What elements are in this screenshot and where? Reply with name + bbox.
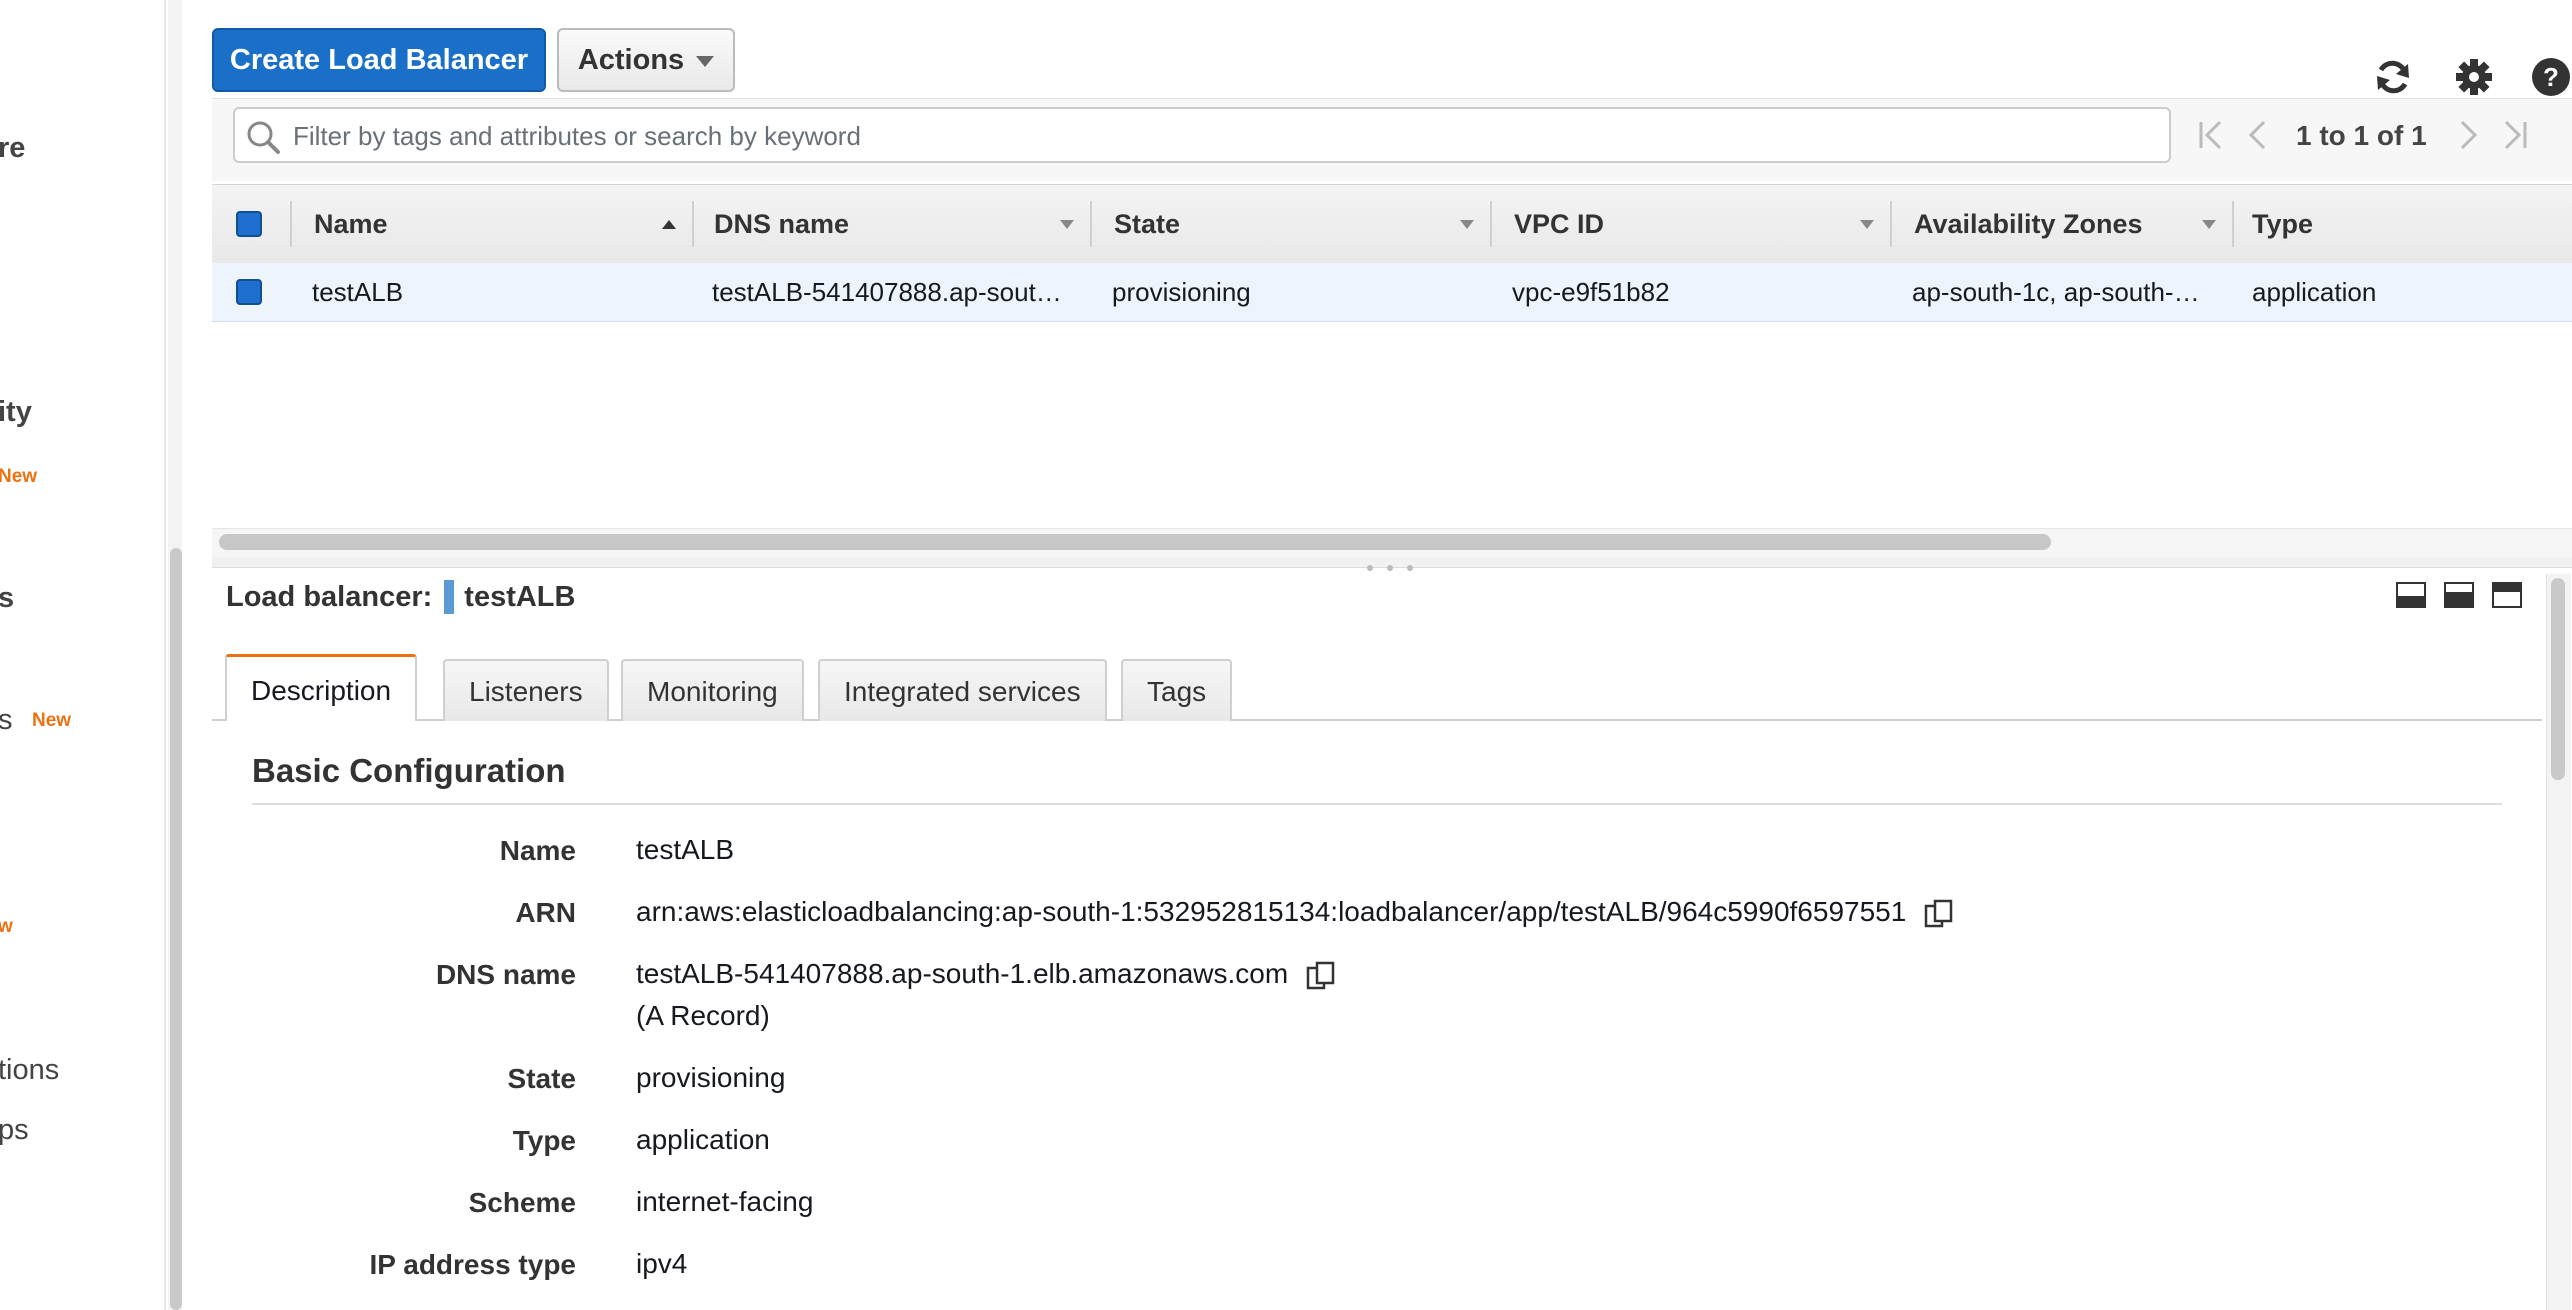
column-header-type[interactable]: Type	[2252, 185, 2313, 263]
field-value-arn-row: arn:aws:elasticloadbalancing:ap-south-1:…	[636, 896, 1954, 930]
column-header-state[interactable]: State	[1114, 185, 1180, 263]
field-value-dns-name: testALB-541407888.ap-south-1.elb.amazona…	[636, 958, 1289, 989]
cell-availability-zones: ap-south-1c, ap-south-…	[1912, 277, 2200, 307]
section-divider	[252, 803, 2502, 805]
cell-state: provisioning	[1112, 277, 1251, 307]
field-value-type: application	[636, 1124, 770, 1155]
field-label-name: Name	[499, 835, 576, 866]
section-title: Basic Configuration	[252, 752, 566, 789]
next-page-icon[interactable]	[2456, 118, 2480, 161]
sort-ascending-icon[interactable]	[662, 220, 676, 229]
status-swatch	[444, 580, 455, 614]
details-vertical-scrollbar-thumb[interactable]	[2551, 578, 2565, 780]
field-value-dns-row: testALB-541407888.ap-south-1.elb.amazona…	[636, 958, 1336, 992]
field-value-state: provisioning	[636, 1062, 786, 1093]
column-header-name[interactable]: Name	[314, 185, 388, 263]
copy-icon[interactable]	[1924, 898, 1954, 930]
tab-monitoring[interactable]: Monitoring	[621, 659, 804, 721]
search-box[interactable]	[233, 107, 2171, 163]
field-value-ip-address-type: ipv4	[636, 1248, 688, 1279]
table-horizontal-scrollbar-thumb[interactable]	[219, 534, 2051, 550]
sort-icon[interactable]	[1460, 220, 1474, 229]
column-header-availability-zones[interactable]: Availability Zones	[1914, 185, 2143, 263]
pane-minimize-icon[interactable]	[2396, 582, 2426, 608]
new-badge: New	[32, 710, 72, 731]
svg-text:?: ?	[2543, 62, 2559, 92]
sidebar-item[interactable]: s	[0, 704, 13, 737]
sort-icon[interactable]	[1060, 220, 1074, 229]
chevron-down-icon	[696, 55, 715, 67]
search-input[interactable]	[291, 109, 2155, 163]
copy-icon[interactable]	[1306, 960, 1336, 992]
cell-dns-name: testALB-541407888.ap-sout…	[712, 277, 1062, 307]
pane-split-icon[interactable]	[2444, 582, 2474, 608]
refresh-icon[interactable]	[2372, 56, 2414, 98]
tab-tags[interactable]: Tags	[1121, 659, 1233, 721]
sort-icon[interactable]	[2202, 220, 2216, 229]
field-label-dns-name: DNS name	[435, 959, 576, 990]
splitter-grip[interactable]	[1367, 565, 1373, 571]
sort-icon[interactable]	[1860, 220, 1874, 229]
splitter-grip[interactable]	[1407, 565, 1413, 571]
field-label-arn: ARN	[515, 897, 576, 928]
sidebar-item[interactable]: s	[0, 582, 14, 615]
sidebar-item[interactable]: ity	[0, 396, 32, 429]
actions-label: Actions	[577, 43, 685, 76]
field-label-type: Type	[512, 1125, 576, 1156]
select-all-checkbox[interactable]	[236, 211, 262, 237]
field-value-arn: arn:aws:elasticloadbalancing:ap-south-1:…	[636, 896, 1907, 927]
sidebar: re ity New s s New w tions ps	[0, 0, 166, 1310]
actions-button[interactable]: Actions	[557, 28, 735, 92]
table-row[interactable]: testALB testALB-541407888.ap-sout… provi…	[212, 263, 2572, 322]
field-value-dns-record: (A Record)	[636, 1000, 770, 1031]
pagination-text: 1 to 1 of 1	[2296, 120, 2427, 151]
tab-integrated-services[interactable]: Integrated services	[818, 659, 1107, 721]
field-label-state: State	[507, 1063, 576, 1094]
table-header: Name DNS name State VPC ID Availability …	[212, 184, 2572, 265]
row-checkbox[interactable]	[236, 279, 262, 305]
previous-page-icon[interactable]	[2246, 118, 2270, 161]
tab-description[interactable]: Description	[225, 654, 418, 721]
details-title-name: testALB	[464, 580, 576, 613]
tab-listeners[interactable]: Listeners	[443, 659, 609, 721]
field-value-name: testALB	[636, 834, 735, 865]
create-load-balancer-button[interactable]: Create Load Balancer	[212, 28, 546, 92]
details-title: Load balancer: testALB	[226, 580, 575, 614]
cell-type: application	[2252, 277, 2377, 307]
field-label-scheme: Scheme	[468, 1187, 576, 1218]
new-badge: New	[0, 466, 38, 487]
details-title-label: Load balancer:	[226, 580, 433, 613]
splitter-grip[interactable]	[1387, 565, 1393, 571]
field-label-ip-address-type: IP address type	[369, 1249, 576, 1280]
cell-vpc-id: vpc-e9f51b82	[1512, 277, 1670, 307]
search-icon	[247, 121, 280, 154]
pane-maximize-icon[interactable]	[2492, 582, 2522, 608]
cell-name: testALB	[312, 277, 404, 307]
gear-icon[interactable]	[2453, 56, 2495, 98]
field-value-scheme: internet-facing	[636, 1186, 814, 1217]
last-page-icon[interactable]	[2500, 118, 2530, 161]
column-header-dns-name[interactable]: DNS name	[714, 185, 849, 263]
column-header-vpc-id[interactable]: VPC ID	[1514, 185, 1604, 263]
sidebar-item[interactable]: re	[0, 132, 25, 165]
first-page-icon[interactable]	[2196, 118, 2226, 161]
help-icon[interactable]: ?	[2530, 56, 2572, 98]
